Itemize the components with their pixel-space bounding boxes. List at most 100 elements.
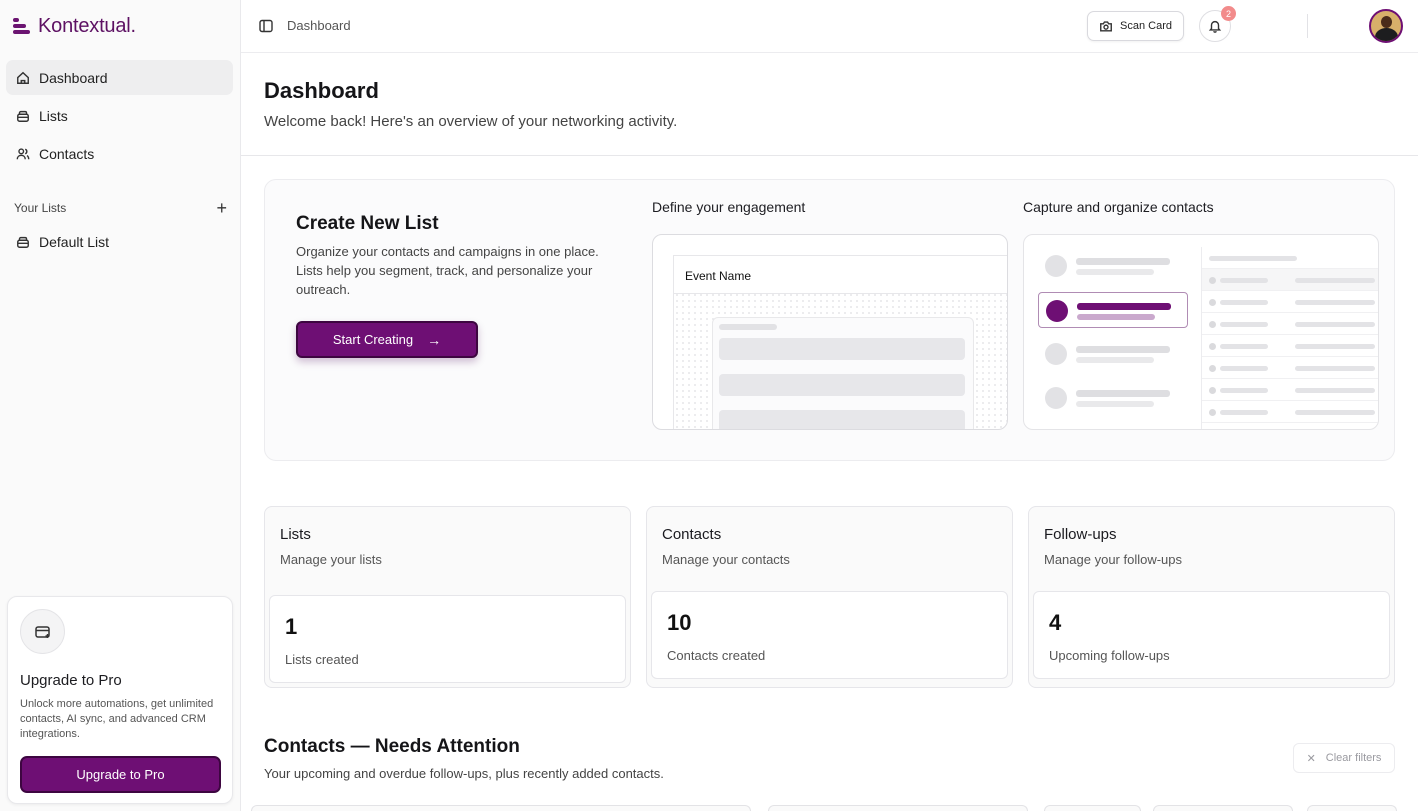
sidebar-item-label: Dashboard — [39, 69, 108, 86]
preview-form-bar — [719, 374, 965, 396]
home-icon — [17, 71, 29, 84]
stack-icon — [17, 236, 29, 248]
page-subtitle: Welcome back! Here's an overview of your… — [264, 113, 678, 130]
upgrade-card: Upgrade to Pro Unlock more automations, … — [7, 596, 233, 804]
stat-title: Follow-ups — [1044, 526, 1117, 543]
preview-table-row — [1202, 357, 1378, 379]
clear-filters-label: Clear filters — [1325, 752, 1382, 764]
preview-table-row — [1202, 313, 1378, 335]
stat-value-box: 1 Lists created — [269, 595, 626, 683]
your-lists-header: Your Lists + — [14, 199, 227, 217]
filter-tab-edge[interactable] — [768, 805, 1028, 811]
preview-table-row — [1202, 247, 1378, 269]
stat-label: Contacts created — [667, 648, 766, 663]
arrow-right-icon: → — [427, 331, 442, 348]
sidebar: Kontextual. Dashboard Lists Contacts You… — [0, 0, 241, 811]
preview-contact-row — [1038, 248, 1188, 284]
stack-icon — [17, 110, 29, 122]
stat-subtitle: Manage your lists — [280, 552, 382, 567]
preview-contact-list — [1034, 245, 1190, 421]
filter-tab-edge[interactable] — [1153, 805, 1293, 811]
user-avatar[interactable] — [1369, 9, 1403, 43]
your-lists: Default List — [6, 224, 233, 262]
engagement-heading: Define your engagement — [652, 199, 806, 215]
preview-contact-table — [1201, 247, 1378, 429]
sidebar-item-dashboard[interactable]: Dashboard — [6, 60, 233, 95]
stat-label: Lists created — [285, 652, 359, 667]
topbar: Dashboard Scan Card 2 — [241, 0, 1418, 53]
upgrade-description: Unlock more automations, get unlimited c… — [20, 698, 214, 740]
filter-tab-edge[interactable] — [251, 805, 751, 811]
sidebar-item-lists[interactable]: Lists — [6, 98, 233, 133]
start-creating-label: Start Creating — [332, 332, 414, 347]
preview-event-name: Event Name — [674, 256, 1007, 294]
header-divider — [241, 155, 1418, 156]
preview-table-row — [1202, 379, 1378, 401]
stat-title: Lists — [280, 526, 311, 543]
brand-logo-icon — [13, 18, 30, 34]
preview-table-row — [1202, 269, 1378, 291]
clear-filters-button[interactable]: ✕ Clear filters — [1293, 743, 1395, 773]
preview-contact-row-selected — [1038, 292, 1188, 328]
preview-contact-row — [1038, 380, 1188, 416]
upgrade-to-pro-button[interactable]: Upgrade to Pro — [20, 756, 221, 793]
stat-subtitle: Manage your contacts — [662, 552, 790, 567]
stat-title: Contacts — [662, 526, 722, 543]
sidebar-nav: Dashboard Lists Contacts — [6, 60, 233, 174]
breadcrumb: Dashboard — [287, 18, 351, 33]
stat-value: 10 — [667, 610, 692, 635]
preview-canvas: Event Name — [673, 255, 1007, 429]
camera-icon — [1100, 21, 1112, 32]
stat-value: 1 — [285, 614, 298, 639]
needs-attention-subtitle: Your upcoming and overdue follow-ups, pl… — [264, 766, 664, 781]
filter-tab-edge[interactable] — [1307, 805, 1397, 811]
sidebar-item-label: Lists — [39, 107, 68, 124]
capture-heading: Capture and organize contacts — [1023, 199, 1214, 215]
lists-stat-card[interactable]: Lists Manage your lists 1 Lists created — [264, 506, 631, 688]
upgrade-icon-circle — [20, 609, 65, 654]
bell-icon — [1208, 20, 1222, 33]
preview-table-row — [1202, 291, 1378, 313]
upgrade-title: Upgrade to Pro — [20, 672, 122, 689]
start-creating-button[interactable]: Start Creating → — [296, 321, 478, 358]
filter-tab-edge[interactable] — [1044, 805, 1141, 811]
topbar-divider — [1307, 14, 1308, 38]
notification-badge: 2 — [1221, 6, 1236, 21]
main-content: Dashboard Welcome back! Here's an overvi… — [241, 53, 1418, 811]
page-title: Dashboard — [264, 78, 379, 103]
create-list-title: Create New List — [296, 213, 439, 234]
sidebar-item-label: Default List — [39, 233, 110, 250]
add-list-plus-icon[interactable]: + — [216, 199, 227, 217]
stat-value-box: 4 Upcoming follow-ups — [1033, 591, 1390, 679]
contacts-preview — [1023, 234, 1379, 430]
create-list-card: Create New List Organize your contacts a… — [264, 179, 1395, 461]
needs-attention-title: Contacts — Needs Attention — [264, 736, 520, 757]
sidebar-item-label: Contacts — [39, 145, 95, 162]
preview-form-label — [719, 324, 777, 330]
preview-table-row — [1202, 335, 1378, 357]
stat-label: Upcoming follow-ups — [1049, 648, 1170, 663]
preview-form-bar — [719, 410, 965, 429]
followups-stat-card[interactable]: Follow-ups Manage your follow-ups 4 Upco… — [1028, 506, 1395, 688]
scan-card-label: Scan Card — [1120, 20, 1172, 32]
create-list-description: Organize your contacts and campaigns in … — [296, 244, 599, 297]
scan-card-button[interactable]: Scan Card — [1087, 11, 1184, 41]
card-plus-icon — [34, 625, 50, 638]
stat-value-box: 10 Contacts created — [651, 591, 1008, 679]
avatar-head — [1381, 16, 1392, 28]
preview-form — [712, 317, 974, 429]
preview-table-row — [1202, 401, 1378, 423]
engagement-preview: Event Name — [652, 234, 1008, 430]
close-icon: ✕ — [1306, 752, 1316, 765]
sidebar-item-default-list[interactable]: Default List — [6, 224, 233, 259]
your-lists-label: Your Lists — [14, 201, 67, 215]
users-icon — [16, 147, 30, 159]
stat-subtitle: Manage your follow-ups — [1044, 552, 1183, 567]
brand[interactable]: Kontextual. — [13, 14, 136, 38]
preview-form-bar — [719, 338, 965, 360]
sidebar-item-contacts[interactable]: Contacts — [6, 136, 233, 171]
contacts-stat-card[interactable]: Contacts Manage your contacts 10 Contact… — [646, 506, 1013, 688]
stat-value: 4 — [1049, 610, 1062, 635]
sidebar-toggle-icon[interactable] — [259, 19, 273, 33]
brand-name: Kontextual. — [38, 14, 136, 37]
